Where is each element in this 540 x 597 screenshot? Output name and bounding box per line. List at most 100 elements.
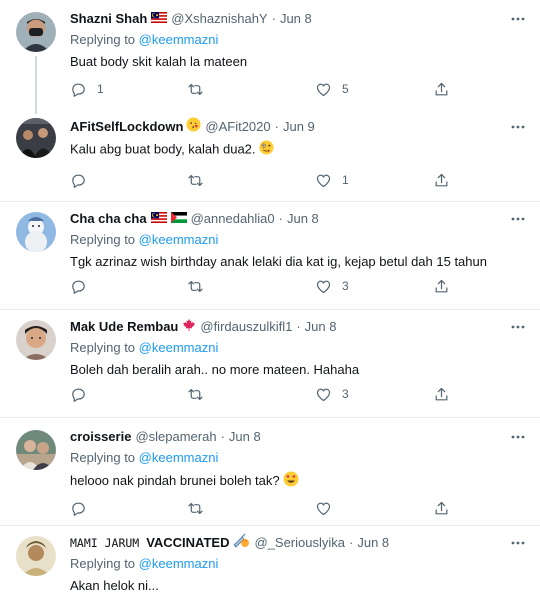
tweet-text: Boleh dah beralih arah.. no more mateen.… xyxy=(70,362,360,377)
tweet-shazni-shah[interactable]: Shazni Shah @XshaznishahY · Jun 8 Replyi… xyxy=(0,0,540,104)
more-icon[interactable] xyxy=(510,430,526,444)
mention-link[interactable]: @keemmazni xyxy=(139,32,219,47)
reply-button[interactable] xyxy=(70,384,97,404)
replying-to-label: Replying to xyxy=(70,340,136,355)
mention-link[interactable]: @keemmazni xyxy=(139,556,219,571)
retweet-button[interactable] xyxy=(187,79,214,99)
like-button[interactable] xyxy=(315,498,342,518)
avatar[interactable] xyxy=(16,320,56,360)
avatar[interactable] xyxy=(16,212,56,252)
tweet-text: helooo nak pindah brunei boleh tak? xyxy=(70,471,526,492)
display-name[interactable]: AFitSelfLockdown xyxy=(70,118,183,136)
retweet-button[interactable] xyxy=(187,384,214,404)
reply-button[interactable]: 1 xyxy=(70,79,104,99)
tweet-actions xyxy=(70,498,450,518)
share-button[interactable] xyxy=(433,170,450,190)
reply-button[interactable] xyxy=(70,498,97,518)
like-count: 1 xyxy=(342,173,349,187)
like-button[interactable]: 5 xyxy=(315,79,349,99)
reply-button[interactable] xyxy=(70,276,97,296)
thread-connector xyxy=(35,104,37,114)
timestamp[interactable]: Jun 8 xyxy=(357,534,389,552)
retweet-icon xyxy=(188,388,203,400)
reply-count: 1 xyxy=(97,82,104,96)
retweet-button[interactable] xyxy=(187,498,214,518)
mention-link[interactable]: @keemmazni xyxy=(139,232,219,247)
display-name-suffix: VACCINATED xyxy=(146,535,230,550)
share-icon xyxy=(435,501,448,514)
more-icon[interactable] xyxy=(510,120,526,134)
display-name[interactable]: croisserie xyxy=(70,428,131,446)
reply-button[interactable] xyxy=(70,170,97,190)
tweet-afitselflockdown[interactable]: AFitSelfLockdown @AFit2020 · Jun 9 Kalu … xyxy=(0,104,540,202)
maple-leaf-icon xyxy=(182,318,196,337)
handle[interactable]: @AFit2020 xyxy=(205,118,270,136)
retweet-icon xyxy=(188,502,203,514)
heart-icon xyxy=(316,174,331,187)
display-name[interactable]: Shazni Shah xyxy=(70,10,147,28)
like-count: 3 xyxy=(342,387,349,401)
replying-to-label: Replying to xyxy=(70,450,136,465)
like-button[interactable]: 3 xyxy=(315,384,349,404)
reply-icon xyxy=(72,280,85,294)
avatar[interactable] xyxy=(16,12,56,52)
more-icon[interactable] xyxy=(510,536,526,550)
tweet-croisserie[interactable]: croisserie @slepamerah · Jun 8 Replying … xyxy=(0,418,540,526)
tweet-cha-cha-cha[interactable]: Cha cha cha @annedahlia0 · Jun 8 Replyin… xyxy=(0,202,540,310)
tweet-actions: 1 5 xyxy=(70,79,450,99)
share-button[interactable] xyxy=(433,498,450,518)
replying-to: Replying to @keemmazni xyxy=(70,449,526,467)
display-name[interactable]: MAMI JARUM VACCINATED xyxy=(70,534,229,552)
avatar[interactable] xyxy=(16,536,56,576)
replying-to-label: Replying to xyxy=(70,32,136,47)
separator: · xyxy=(278,211,283,226)
timestamp[interactable]: Jun 8 xyxy=(287,210,319,228)
share-icon xyxy=(435,387,448,400)
tweet-actions: 1 xyxy=(70,170,450,190)
reply-icon xyxy=(72,174,85,188)
handle[interactable]: @XshaznishahY xyxy=(171,10,267,28)
share-button[interactable] xyxy=(433,384,450,404)
retweet-button[interactable] xyxy=(187,170,214,190)
share-button[interactable] xyxy=(433,276,450,296)
share-button[interactable] xyxy=(433,79,450,99)
tweet-mak-ude-rembau[interactable]: Mak Ude Rembau @firdauszulkifl1 · Jun 8 … xyxy=(0,310,540,418)
more-icon[interactable] xyxy=(510,12,526,26)
heart-icon xyxy=(316,280,331,293)
handle[interactable]: @firdauszulkifl1 xyxy=(200,318,292,336)
flexed-bicep-syringe-icon xyxy=(232,533,250,553)
separator: · xyxy=(296,319,301,334)
retweet-button[interactable] xyxy=(187,276,214,296)
mention-link[interactable]: @keemmazni xyxy=(139,340,219,355)
more-icon[interactable] xyxy=(510,212,526,226)
avatar[interactable] xyxy=(16,430,56,470)
timestamp[interactable]: Jun 9 xyxy=(283,118,315,136)
timestamp[interactable]: Jun 8 xyxy=(280,10,312,28)
tweet-mami-jarum[interactable]: MAMI JARUM VACCINATED @_Seriouslyika · J… xyxy=(0,526,540,597)
tweet-text: Buat body skit kalah la mateen xyxy=(70,54,248,69)
tweet-text: Akan helok ni... xyxy=(70,578,159,593)
handle[interactable]: @slepamerah xyxy=(135,428,216,446)
handle[interactable]: @_Seriouslyika xyxy=(254,534,345,552)
handle[interactable]: @annedahlia0 xyxy=(191,210,275,228)
like-button[interactable]: 3 xyxy=(315,276,349,296)
timestamp[interactable]: Jun 8 xyxy=(305,318,337,336)
heart-icon xyxy=(316,83,331,96)
malaysia-flag-icon xyxy=(151,10,168,28)
display-name[interactable]: Mak Ude Rembau xyxy=(70,318,178,336)
tweet-text: Tgk azrinaz wish birthday anak lelaki di… xyxy=(70,254,487,269)
kissing-face-icon xyxy=(186,117,201,137)
avatar[interactable] xyxy=(16,118,56,158)
like-button[interactable]: 1 xyxy=(315,170,349,190)
heart-icon xyxy=(316,502,331,515)
mention-link[interactable]: @keemmazni xyxy=(139,450,219,465)
share-icon xyxy=(435,82,448,95)
separator: · xyxy=(274,119,279,134)
replying-to-label: Replying to xyxy=(70,556,136,571)
display-name[interactable]: Cha cha cha xyxy=(70,210,147,228)
like-count: 3 xyxy=(342,279,349,293)
replying-to: Replying to @keemmazni xyxy=(70,339,526,357)
timestamp[interactable]: Jun 8 xyxy=(229,428,261,446)
more-icon[interactable] xyxy=(510,320,526,334)
share-icon xyxy=(435,279,448,292)
